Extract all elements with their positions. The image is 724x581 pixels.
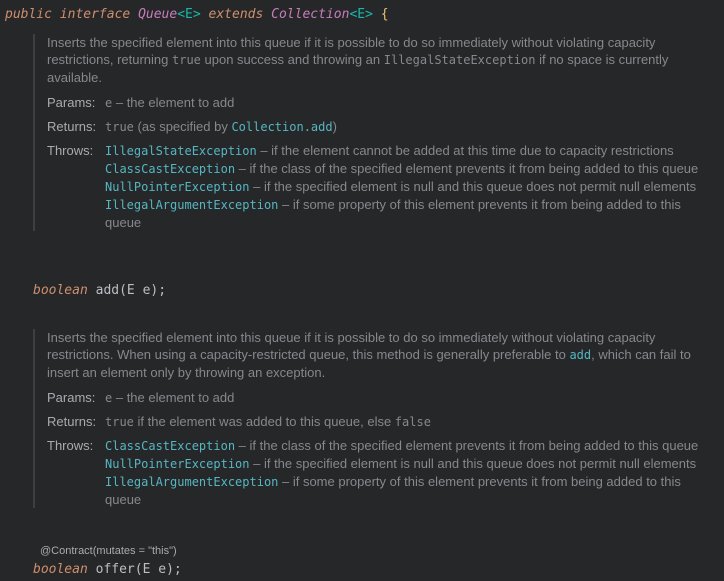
params-label: Params:	[47, 95, 96, 110]
add-throws-row: Throws: IllegalStateException – if the e…	[47, 142, 717, 231]
throws-item: ClassCastException – if the class of the…	[105, 438, 699, 453]
offer-method-signature: boolean offer(E e);	[33, 561, 182, 579]
offer-description: Inserts the specified element into this …	[47, 330, 691, 380]
interface-name[interactable]: Queue	[138, 7, 177, 22]
exception-link[interactable]: ClassCastException	[105, 162, 235, 176]
exception-link[interactable]: IllegalArgumentException	[105, 475, 278, 489]
offer-params-row: Params: e – the element to add	[47, 390, 235, 405]
throws-item: NullPointerException – if the specified …	[105, 179, 697, 194]
parent-interface-name[interactable]: Collection	[271, 7, 349, 22]
interface-declaration: public interface Queue<E> extends Collec…	[5, 6, 389, 24]
add-params-row: Params: e – the element to add	[47, 95, 235, 110]
exception-link[interactable]: NullPointerException	[105, 180, 250, 194]
returns-label: Returns:	[47, 414, 97, 429]
add-javadoc: Inserts the specified element into this …	[33, 34, 717, 231]
return-type: boolean	[33, 283, 88, 298]
method-params: (E e);	[119, 283, 167, 298]
collection-add-link[interactable]: Collection.add	[231, 120, 332, 134]
exception-link[interactable]: NullPointerException	[105, 457, 250, 471]
offer-returns-row: Returns: true if the element was added t…	[47, 414, 431, 429]
keyword-interface: interface	[59, 7, 131, 22]
throws-label: Throws:	[47, 438, 94, 453]
add-link[interactable]: add	[569, 348, 591, 362]
parent-type-parameter: <E>	[349, 7, 373, 22]
exception-link[interactable]: IllegalArgumentException	[105, 198, 278, 212]
keyword-public: public	[5, 7, 52, 22]
throws-item: IllegalStateException – if the element c…	[105, 143, 674, 158]
returns-label: Returns:	[47, 119, 97, 134]
method-name-add[interactable]: add	[96, 283, 119, 298]
throws-item: IllegalArgumentException – if some prope…	[105, 474, 681, 507]
throws-label: Throws:	[47, 143, 94, 158]
add-method-signature: boolean add(E e);	[33, 282, 166, 300]
open-brace: {	[380, 7, 389, 22]
add-description: Inserts the specified element into this …	[47, 35, 669, 85]
throws-item: NullPointerException – if the specified …	[105, 456, 697, 471]
exception-link[interactable]: ClassCastException	[105, 439, 235, 453]
add-returns-row: Returns: true (as specified by Collectio…	[47, 119, 337, 134]
type-parameter: <E>	[177, 7, 201, 22]
offer-javadoc: Inserts the specified element into this …	[33, 329, 717, 508]
exception-link[interactable]: IllegalStateException	[105, 144, 257, 158]
throws-item: ClassCastException – if the class of the…	[105, 161, 699, 176]
offer-throws-row: Throws: ClassCastException – if the clas…	[47, 437, 717, 508]
keyword-extends: extends	[208, 7, 264, 22]
contract-annotation-hint: @Contract(mutates = "this")	[40, 545, 177, 557]
params-label: Params:	[47, 390, 96, 405]
return-type: boolean	[33, 562, 88, 577]
method-name-offer[interactable]: offer	[96, 562, 135, 577]
throws-item: IllegalArgumentException – if some prope…	[105, 197, 681, 230]
method-params: (E e);	[134, 562, 182, 577]
